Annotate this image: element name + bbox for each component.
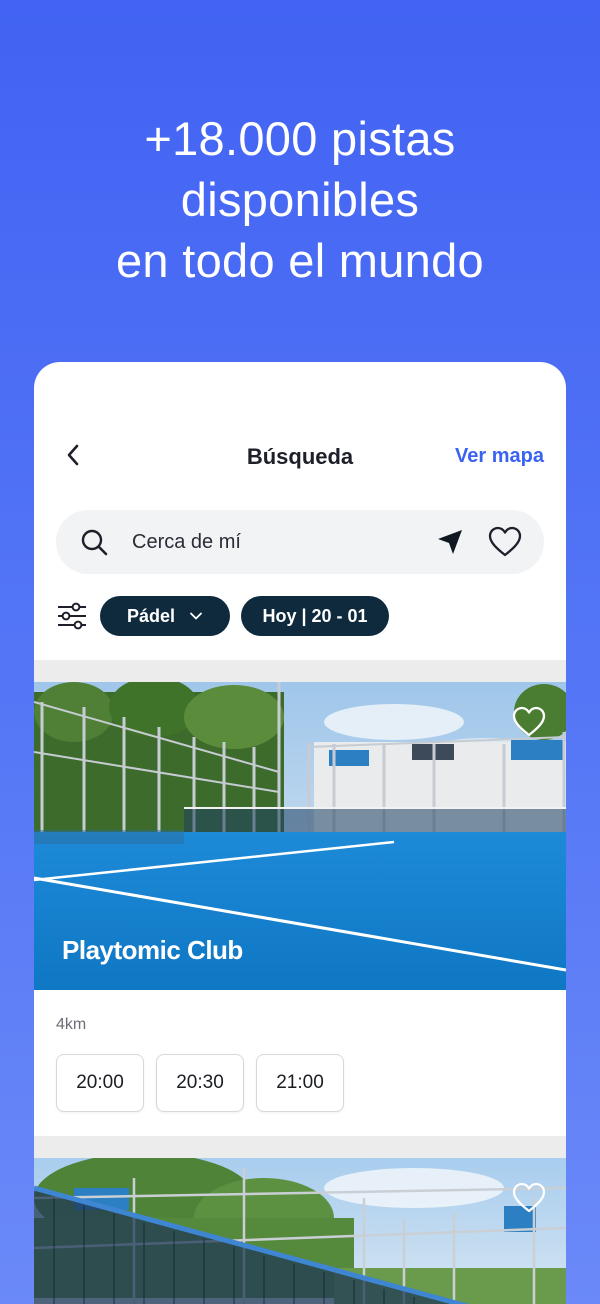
section-divider [34,660,566,682]
club-name: Playtomic Club [62,935,243,965]
card-favorite-heart-icon[interactable] [512,1182,546,1214]
top-bar: Búsqueda Ver mapa [34,432,566,482]
sport-filter-label: Pádel [126,605,176,626]
time-slot-button[interactable]: 20:00 [56,1054,144,1112]
club-card-image[interactable]: Playtomic Club [34,682,566,990]
club-distance: 4km [56,1016,87,1033]
section-divider [34,1136,566,1158]
headline-line-2: disponibles [180,173,420,226]
headline: +18.000 pistas disponibles en todo el mu… [0,108,600,291]
date-filter-chip[interactable]: Hoy | 20 - 01 [241,596,389,636]
card-favorite-heart-icon[interactable] [512,706,546,738]
time-slot-button[interactable]: 20:30 [156,1054,244,1112]
time-slot-button[interactable]: 21:00 [256,1054,344,1112]
padel-court-photo [34,1158,566,1304]
phone-screen: Búsqueda Ver mapa Pádel [34,362,566,1304]
heart-icon[interactable] [488,526,522,558]
club-card-image[interactable] [34,1158,566,1304]
view-map-link[interactable]: Ver mapa [455,445,544,468]
chevron-down-icon [190,612,202,620]
sport-filter-chip[interactable]: Pádel [100,596,230,636]
club-card-details: 4km 20:00 20:30 21:00 [34,990,566,1136]
sliders-icon[interactable] [56,600,88,632]
search-bar [56,510,544,574]
headline-line-1: +18.000 pistas [144,112,456,165]
filter-row: Pádel Hoy | 20 - 01 [56,596,544,636]
headline-line-3: en todo el mundo [115,234,485,287]
search-icon [81,529,108,556]
search-input[interactable] [132,510,422,574]
location-arrow-icon[interactable] [436,528,464,556]
